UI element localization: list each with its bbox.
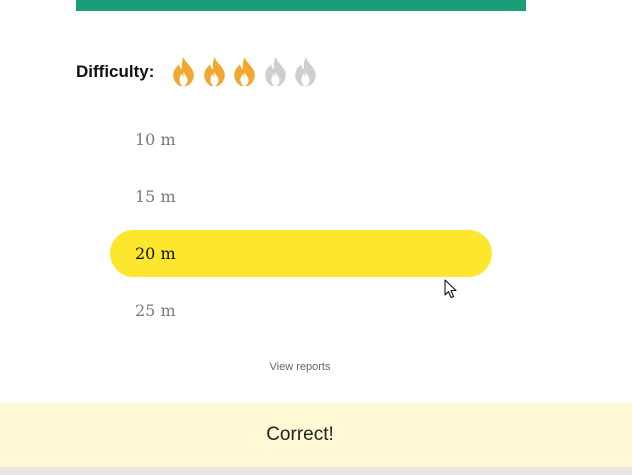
difficulty-rating: Difficulty: — [76, 54, 323, 88]
flame-rating — [170, 55, 323, 87]
flame-icon-empty — [292, 55, 319, 87]
answer-option-label: 25 m — [135, 301, 176, 320]
flame-icon-filled — [201, 55, 228, 87]
feedback-text: Correct! — [266, 424, 334, 445]
bottom-divider — [0, 467, 632, 475]
flame-icon-filled — [170, 55, 197, 87]
mouse-cursor-icon — [444, 279, 457, 298]
answer-options: 10 m 15 m 20 m 25 m — [110, 116, 492, 344]
answer-option[interactable]: 25 m — [110, 287, 492, 334]
answer-option-label: 15 m — [135, 187, 176, 206]
feedback-banner: Correct! — [0, 403, 632, 467]
progress-bar — [76, 0, 526, 11]
difficulty-label: Difficulty: — [76, 62, 155, 81]
answer-option[interactable]: 10 m — [110, 116, 492, 163]
view-reports-link[interactable]: View reports — [0, 361, 600, 373]
flame-icon-filled — [231, 55, 258, 87]
answer-option-selected[interactable]: 20 m — [110, 230, 492, 277]
answer-option[interactable]: 15 m — [110, 173, 492, 220]
answer-option-label: 10 m — [135, 130, 176, 149]
flame-icon-empty — [262, 55, 289, 87]
answer-option-label: 20 m — [135, 244, 176, 263]
